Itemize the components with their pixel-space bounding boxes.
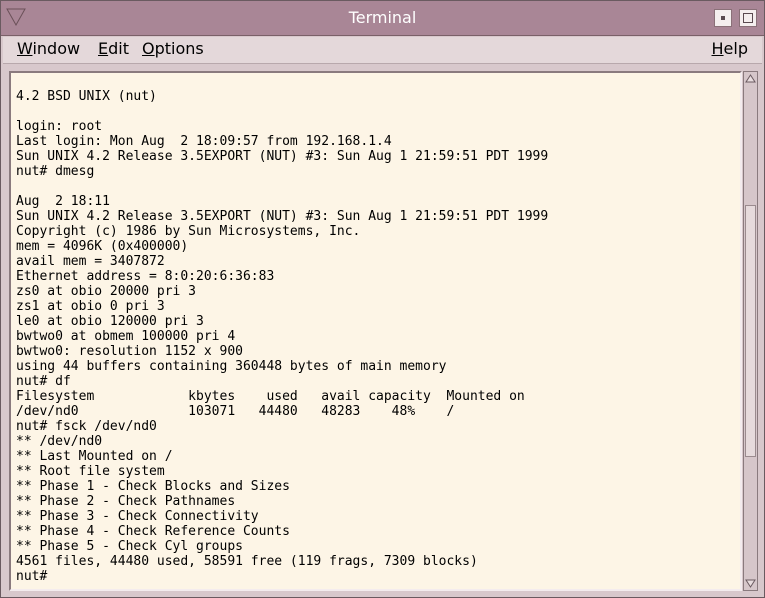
- terminal-line: avail mem = 3407872: [16, 254, 165, 269]
- terminal-line: Copyright (c) 1986 by Sun Microsystems, …: [16, 224, 361, 239]
- terminal-line: mem = 4096K (0x400000): [16, 239, 189, 254]
- menu-window[interactable]: Window: [17, 39, 80, 59]
- scroll-up-arrow-icon[interactable]: [745, 73, 756, 84]
- terminal-line: nut#: [16, 569, 48, 584]
- menu-help[interactable]: Help: [712, 39, 748, 59]
- window-title: Terminal: [348, 8, 417, 27]
- terminal-line: ** Root file system: [16, 464, 165, 479]
- terminal-line: le0 at obio 120000 pri 3: [16, 314, 204, 329]
- terminal-line: 4561 files, 44480 used, 58591 free (119 …: [16, 554, 478, 569]
- terminal-line: Sun UNIX 4.2 Release 3.5EXPORT (NUT) #3:…: [16, 149, 549, 164]
- terminal-line: ** Phase 1 - Check Blocks and Sizes: [16, 479, 290, 494]
- terminal-line: ** Phase 2 - Check Pathnames: [16, 494, 236, 509]
- terminal-line: zs1 at obio 0 pri 3: [16, 299, 165, 314]
- terminal-line: ** Last Mounted on /: [16, 449, 173, 464]
- menu-options[interactable]: Options: [142, 39, 204, 59]
- terminal-line: nut# fsck /dev/nd0: [16, 419, 157, 434]
- terminal-window: Terminal Window Edit Options Help 4.2 BS…: [0, 0, 765, 598]
- terminal-line: ** /dev/nd0: [16, 434, 103, 449]
- terminal-line: ** Phase 4 - Check Reference Counts: [16, 524, 290, 539]
- scroll-down-arrow-icon[interactable]: [745, 578, 756, 589]
- terminal-line: bwtwo0 at obmem 100000 pri 4: [16, 329, 236, 344]
- terminal-line: nut# dmesg: [16, 164, 95, 179]
- terminal-area[interactable]: 4.2 BSD UNIX (nut) login: root Last login…: [9, 71, 742, 591]
- terminal-output[interactable]: 4.2 BSD UNIX (nut) login: root Last login…: [16, 89, 548, 584]
- terminal-line: Last login: Mon Aug 2 18:09:57 from 192.…: [16, 134, 392, 149]
- terminal-line: Sun UNIX 4.2 Release 3.5EXPORT (NUT) #3:…: [16, 209, 549, 224]
- vertical-scrollbar[interactable]: [743, 71, 758, 591]
- terminal-line: nut# df: [16, 374, 71, 389]
- menu-bar: Window Edit Options Help: [3, 37, 762, 64]
- terminal-line: login: root: [16, 119, 103, 134]
- maximize-icon[interactable]: [739, 9, 757, 27]
- terminal-line: /dev/nd0 103071 44480 48283 48% /: [16, 404, 455, 419]
- minimize-icon[interactable]: [714, 9, 732, 27]
- terminal-line: Ethernet address = 8:0:20:6:36:83: [16, 269, 275, 284]
- terminal-line: 4.2 BSD UNIX (nut): [16, 89, 157, 104]
- terminal-line: ** Phase 5 - Check Cyl groups: [16, 539, 243, 554]
- terminal-line: bwtwo0: resolution 1152 x 900: [16, 344, 243, 359]
- terminal-line: ** Phase 3 - Check Connectivity: [16, 509, 259, 524]
- terminal-line: zs0 at obio 20000 pri 3: [16, 284, 197, 299]
- title-bar[interactable]: Terminal: [1, 1, 764, 36]
- menu-edit[interactable]: Edit: [98, 39, 129, 59]
- scrollbar-thumb[interactable]: [745, 205, 756, 457]
- terminal-line: Filesystem kbytes used avail capacity Mo…: [16, 389, 525, 404]
- terminal-line: using 44 buffers containing 360448 bytes…: [16, 359, 447, 374]
- terminal-line: Aug 2 18:11: [16, 194, 110, 209]
